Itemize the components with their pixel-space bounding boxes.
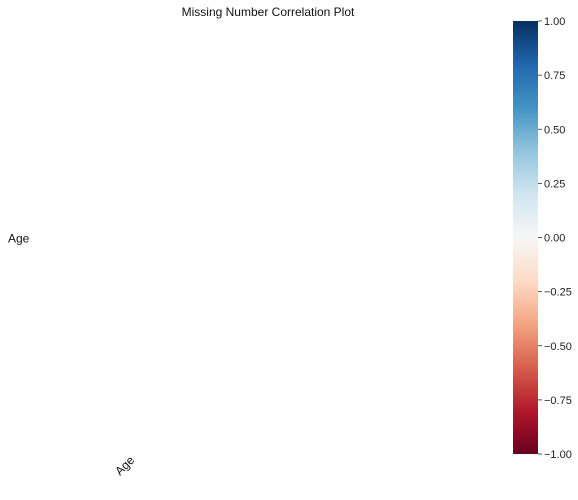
- colorbar-tick-label: 1.00: [544, 16, 565, 28]
- colorbar-ticks: 1.00 0.75 0.50 0.25 0.00 −0.25 −0.50 −0.75 −1.00: [538, 16, 572, 461]
- col-label: Age: [112, 453, 137, 478]
- chart-title: Missing Number Correlation Plot: [182, 5, 355, 19]
- colorbar-tick-label: −0.50: [544, 341, 572, 353]
- colorbar-tick-label: −1.00: [544, 449, 572, 461]
- heatmap-chart: Missing Number Correlation Plot Age Age …: [8, 5, 572, 478]
- colorbar-gradient: [513, 21, 538, 454]
- col-labels: Age: [112, 453, 137, 478]
- colorbar: 1.00 0.75 0.50 0.25 0.00 −0.25 −0.50 −0.75 −1.00: [513, 16, 572, 461]
- colorbar-tick-label: 0.00: [544, 233, 565, 245]
- colorbar-tick-label: −0.75: [544, 395, 572, 407]
- row-label: Age: [8, 232, 30, 246]
- chart-container: Missing Number Correlation Plot Age Age …: [0, 0, 578, 495]
- colorbar-tick-label: 0.25: [544, 178, 565, 190]
- colorbar-tick-label: 0.50: [544, 124, 565, 136]
- colorbar-tick-label: 0.75: [544, 70, 565, 82]
- row-labels: Age: [8, 232, 30, 246]
- colorbar-tick-label: −0.25: [544, 287, 572, 299]
